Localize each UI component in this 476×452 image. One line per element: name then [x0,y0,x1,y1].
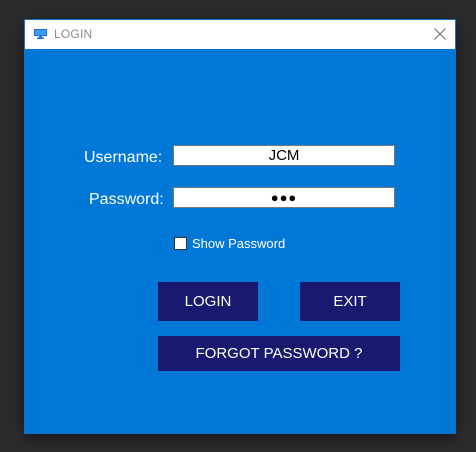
show-password-label[interactable]: Show Password [192,236,285,251]
title-bar[interactable]: LOGIN [25,20,455,49]
forgot-password-button[interactable]: FORGOT PASSWORD ? [158,336,400,371]
password-label: Password: [89,191,164,208]
window-title: LOGIN [54,27,93,41]
exit-button[interactable]: EXIT [300,282,400,321]
password-input[interactable] [173,187,395,208]
close-icon [434,28,446,40]
show-password-checkbox[interactable] [174,237,187,250]
username-label: Username: [84,149,163,166]
login-window: LOGIN Username: Password: Show Password … [25,20,455,433]
login-button[interactable]: LOGIN [158,282,258,321]
username-input[interactable] [173,145,395,166]
close-button[interactable] [425,20,455,49]
monitor-icon [34,29,47,39]
